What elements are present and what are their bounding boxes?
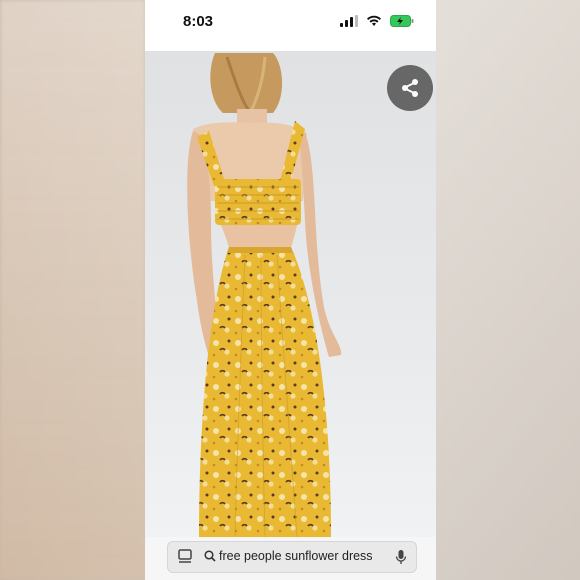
status-bar: 8:03 (145, 0, 436, 51)
signal-icon (340, 15, 358, 27)
mic-icon[interactable] (395, 549, 407, 565)
wifi-icon (367, 15, 381, 26)
status-time: 8:03 (183, 13, 214, 30)
share-icon (402, 79, 418, 97)
dress-model-image (187, 53, 342, 538)
search-query-text: free people sunflower dress (219, 549, 373, 563)
lens-tray-icon[interactable] (178, 549, 192, 565)
search-icon (204, 550, 216, 562)
search-bar[interactable]: free people sunflower dress (167, 541, 417, 573)
phone-screenshot: 8:03 free people sunflower dress (145, 0, 436, 580)
search-query[interactable]: free people sunflower dress (204, 549, 373, 563)
share-button[interactable] (387, 65, 433, 111)
product-photo[interactable] (145, 51, 436, 538)
status-icons (340, 15, 414, 27)
battery-charging-icon (390, 15, 414, 27)
